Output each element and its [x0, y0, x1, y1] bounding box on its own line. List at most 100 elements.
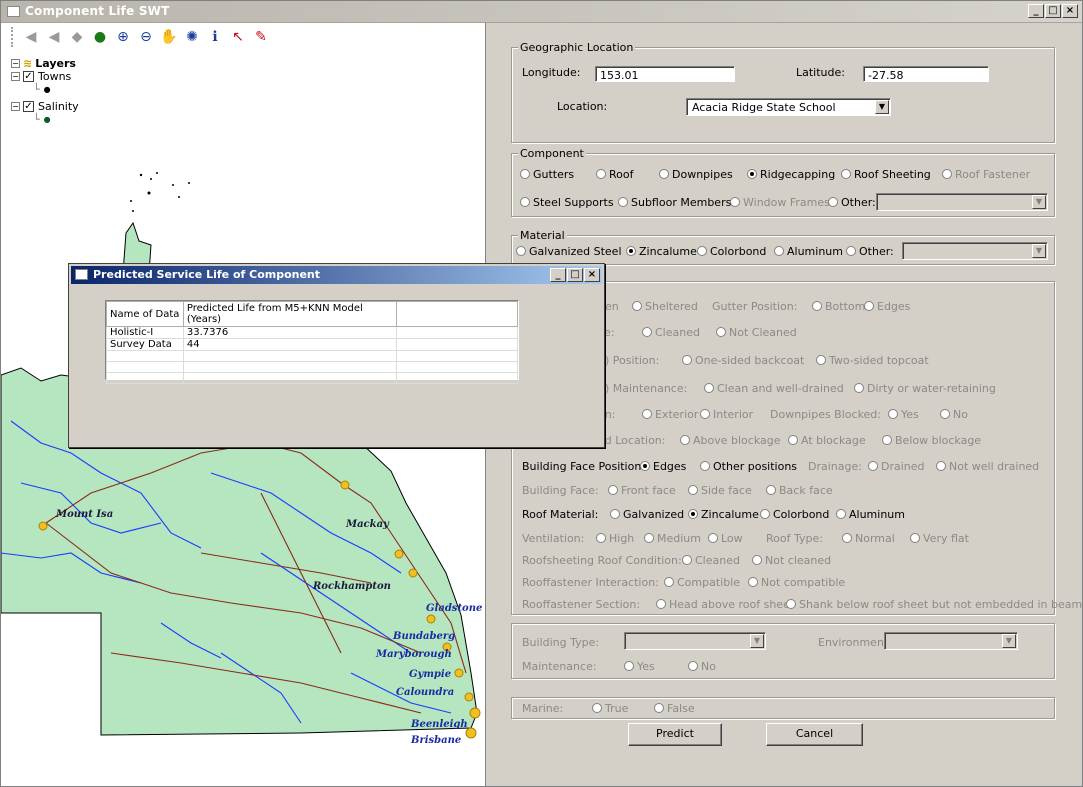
radio-roof[interactable]: Roof	[596, 168, 633, 181]
radio-one-sided-backcoat[interactable]: One-sided backcoat	[682, 354, 804, 367]
table-row[interactable]	[106, 372, 518, 384]
predict-button[interactable]: Predict	[628, 723, 722, 746]
radio-high[interactable]: High	[596, 532, 634, 545]
radio-blocked-no[interactable]: No	[940, 408, 968, 421]
radio-edges[interactable]: Edges	[640, 460, 686, 473]
chevron-down-icon[interactable]: ▼	[1032, 244, 1046, 258]
radio-roof-colorbond[interactable]: Colorbond	[760, 508, 829, 521]
radio-back-face[interactable]: Back face	[766, 484, 833, 497]
globe-icon[interactable]: ●	[89, 26, 111, 48]
refresh-icon[interactable]: ✺	[181, 26, 203, 48]
radio-window-frames[interactable]: Window Frames	[730, 196, 830, 209]
radio-two-sided-topcoat[interactable]: Two-sided topcoat	[816, 354, 929, 367]
zoom-in-icon[interactable]: ⊕	[112, 26, 134, 48]
radio-other-positions[interactable]: Other positions	[700, 460, 797, 473]
info-icon[interactable]: ℹ	[204, 26, 226, 48]
radio-cleaned[interactable]: Cleaned	[642, 326, 700, 339]
radio-head-above[interactable]: Head above roof sheet	[656, 598, 794, 611]
close-button[interactable]: ×	[584, 268, 600, 282]
layer-checkbox[interactable]: ✓	[23, 101, 34, 112]
close-button[interactable]: ×	[1062, 4, 1078, 18]
radio-roof-zincalume[interactable]: Zincalume	[688, 508, 759, 521]
pan-hand-icon[interactable]: ✋	[158, 26, 180, 48]
radio-side-face[interactable]: Side face	[688, 484, 752, 497]
forward-icon[interactable]: ◀	[43, 26, 65, 48]
results-table[interactable]: Name of Data Predicted Life from M5+KNN …	[105, 300, 519, 384]
radio-not-well-drained[interactable]: Not well drained	[936, 460, 1039, 473]
select-arrow-icon[interactable]: ↖	[227, 26, 249, 48]
radio-below-blockage[interactable]: Below blockage	[882, 434, 981, 447]
layer-item-salinity[interactable]: − ✓ Salinity	[11, 100, 79, 113]
environment-select[interactable]: ▼	[884, 632, 1018, 650]
radio-roof-fastener[interactable]: Roof Fastener	[942, 168, 1030, 181]
radio-roof-cleaned[interactable]: Cleaned	[682, 554, 740, 567]
zoom-out-icon[interactable]: ⊖	[135, 26, 157, 48]
radio-normal[interactable]: Normal	[842, 532, 895, 545]
radio-subfloor-members[interactable]: Subfloor Members	[618, 196, 731, 209]
radio-steel-supports[interactable]: Steel Supports	[520, 196, 614, 209]
table-row[interactable]: Survey Data 44	[106, 338, 518, 351]
radio-gutters[interactable]: Gutters	[520, 168, 574, 181]
chevron-down-icon[interactable]: ▼	[1032, 195, 1046, 209]
radio-material-other[interactable]: Other:	[846, 245, 894, 258]
collapse-icon[interactable]: −	[11, 72, 20, 81]
column-header[interactable]	[396, 301, 518, 327]
radio-compatible[interactable]: Compatible	[664, 576, 740, 589]
table-row[interactable]: Holistic-I 33.7376	[106, 326, 518, 339]
table-row[interactable]	[106, 350, 518, 362]
radio-not-compatible[interactable]: Not compatible	[748, 576, 845, 589]
layers-root[interactable]: − ≋ Layers	[11, 57, 79, 70]
longitude-field[interactable]: 153.01	[595, 66, 735, 82]
map-canvas[interactable]: Mount Isa Mackay Rockhampton Gladstone B…	[1, 153, 486, 787]
radio-front-face[interactable]: Front face	[608, 484, 676, 497]
radio-colorbond[interactable]: Colorbond	[697, 245, 766, 258]
column-header[interactable]: Name of Data	[106, 301, 184, 327]
radio-medium[interactable]: Medium	[644, 532, 701, 545]
collapse-icon[interactable]: −	[11, 102, 20, 111]
radio-above-blockage[interactable]: Above blockage	[680, 434, 781, 447]
chevron-down-icon[interactable]: ▼	[750, 634, 764, 648]
radio-edges-gutter[interactable]: Edges	[864, 300, 910, 313]
radio-interior[interactable]: Interior	[700, 408, 753, 421]
radio-downpipes[interactable]: Downpipes	[659, 168, 733, 181]
minimize-button[interactable]: _	[1028, 4, 1044, 18]
maximize-button[interactable]: □	[1045, 4, 1061, 18]
radio-very-flat[interactable]: Very flat	[910, 532, 969, 545]
radio-clean-well-drained[interactable]: Clean and well-drained	[704, 382, 844, 395]
radio-sheltered[interactable]: Sheltered	[632, 300, 698, 313]
maximize-button[interactable]: □	[567, 268, 583, 282]
column-header[interactable]: Predicted Life from M5+KNN Model (Years)	[182, 301, 398, 327]
latitude-field[interactable]: -27.58	[863, 66, 989, 82]
building-type-select[interactable]: ▼	[624, 632, 766, 650]
chevron-down-icon[interactable]: ▼	[875, 100, 889, 114]
radio-component-other[interactable]: Other:	[828, 196, 876, 209]
radio-low[interactable]: Low	[708, 532, 743, 545]
radio-ridgecapping[interactable]: Ridgecapping	[747, 168, 835, 181]
material-other-select[interactable]: ▼	[902, 242, 1048, 260]
radio-roof-not-cleaned[interactable]: Not cleaned	[752, 554, 831, 567]
location-select[interactable]: Acacia Ridge State School ▼	[686, 98, 891, 116]
chevron-down-icon[interactable]: ▼	[1002, 634, 1016, 648]
layer-item-towns[interactable]: − ✓ Towns	[11, 70, 79, 83]
radio-marine-false[interactable]: False	[654, 702, 695, 715]
radio-bottom[interactable]: Bottom	[812, 300, 865, 313]
cancel-button[interactable]: Cancel	[766, 723, 863, 746]
home-icon[interactable]: ◆	[66, 26, 88, 48]
minimize-button[interactable]: _	[550, 268, 566, 282]
layer-checkbox[interactable]: ✓	[23, 71, 34, 82]
radio-maintenance-no[interactable]: No	[688, 660, 716, 673]
radio-dirty-water-retaining[interactable]: Dirty or water-retaining	[854, 382, 996, 395]
radio-drained[interactable]: Drained	[868, 460, 925, 473]
collapse-icon[interactable]: −	[11, 59, 20, 68]
radio-aluminum[interactable]: Aluminum	[774, 245, 843, 258]
radio-not-cleaned[interactable]: Not Cleaned	[716, 326, 797, 339]
radio-marine-true[interactable]: True	[592, 702, 628, 715]
component-other-select[interactable]: ▼	[876, 193, 1048, 211]
table-row[interactable]	[106, 361, 518, 373]
radio-maintenance-yes[interactable]: Yes	[624, 660, 655, 673]
radio-zincalume[interactable]: Zincalume	[626, 245, 697, 258]
radio-shank-below[interactable]: Shank below roof sheet but not embedded …	[786, 598, 1082, 611]
edit-icon[interactable]: ✎	[250, 26, 272, 48]
radio-blocked-yes[interactable]: Yes	[888, 408, 919, 421]
radio-galvanized-steel[interactable]: Galvanized Steel	[516, 245, 622, 258]
